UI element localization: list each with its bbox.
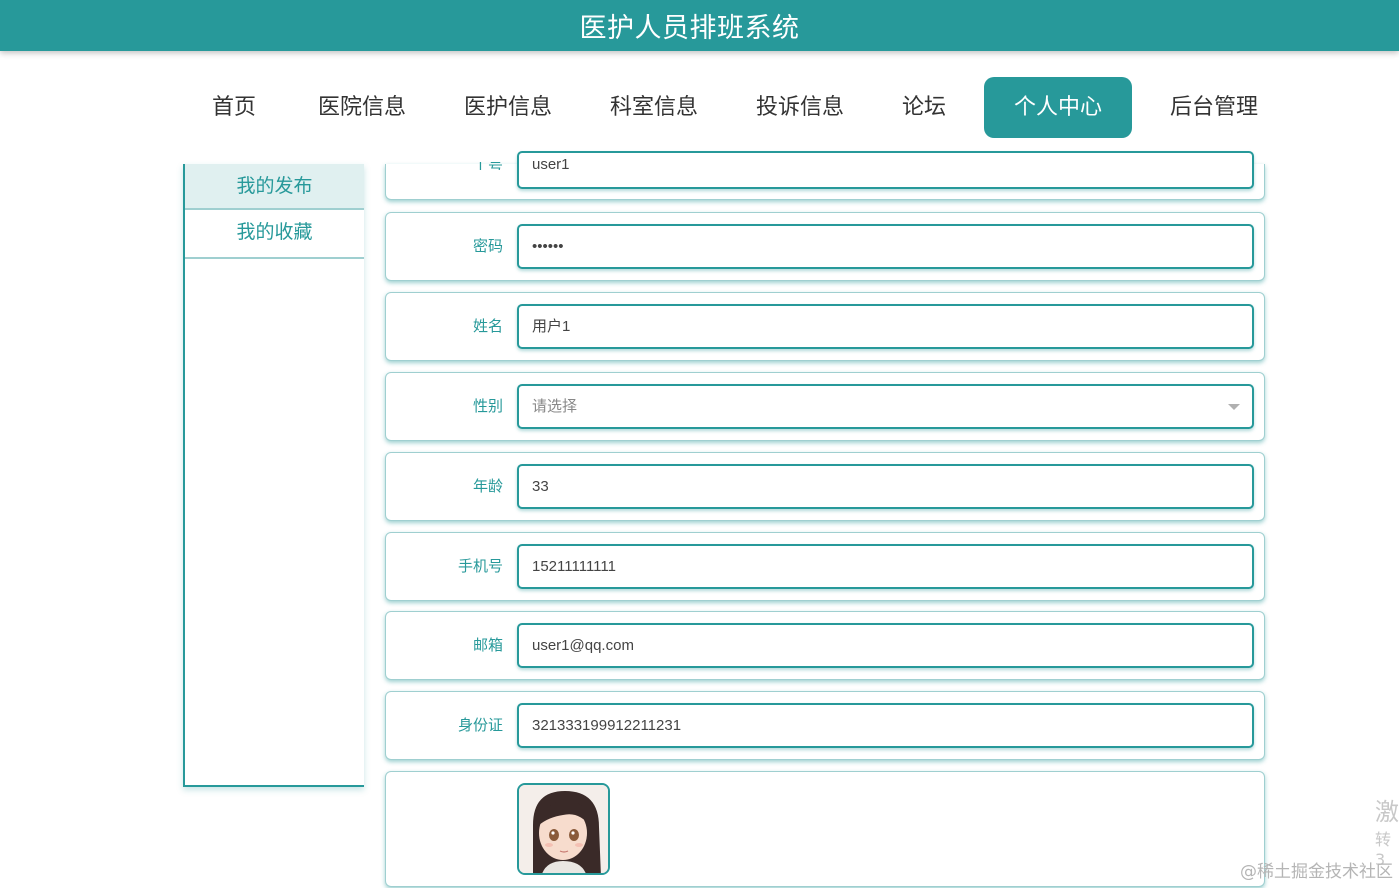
form-row-phone: 手机号 15211111111 xyxy=(385,532,1265,601)
name-input[interactable]: 用户1 xyxy=(517,304,1254,349)
email-label: 邮箱 xyxy=(472,636,503,654)
chevron-down-icon[interactable] xyxy=(1228,404,1240,410)
form-row-age: 年龄 33 xyxy=(385,452,1265,521)
gender-select[interactable]: 请选择 xyxy=(517,384,1254,429)
gender-label: 性别 xyxy=(472,397,503,415)
top-header-bar: 医护人员排班系统 xyxy=(0,0,1399,51)
password-label: 密码 xyxy=(472,237,503,255)
phone-label: 手机号 xyxy=(457,557,503,575)
age-input[interactable]: 33 xyxy=(517,464,1254,509)
employee-id-label: 工号 xyxy=(473,162,503,170)
employee-id-input[interactable]: user1 xyxy=(517,151,1254,189)
sidebar: 我的发布 我的收藏 xyxy=(183,164,364,787)
form-row-id-card: 身份证 321333199912211231 xyxy=(385,691,1265,760)
main-nav: 首页 医院信息 医护信息 科室信息 投诉信息 论坛 个人中心 后台管理 xyxy=(0,77,1399,138)
form-row-employee-id: 工号 user1 xyxy=(385,151,1265,200)
nav-personal-center[interactable]: 个人中心 xyxy=(984,77,1132,138)
name-label: 姓名 xyxy=(472,317,503,335)
id-card-input[interactable]: 321333199912211231 xyxy=(517,703,1254,748)
form-row-email: 邮箱 user1@qq.com xyxy=(385,611,1265,680)
form-row-avatar xyxy=(385,771,1265,887)
app-title: 医护人员排班系统 xyxy=(579,13,800,44)
email-input[interactable]: user1@qq.com xyxy=(517,623,1254,668)
form-row-password: 密码 •••••• xyxy=(385,212,1265,281)
nav-medical-staff-info[interactable]: 医护信息 xyxy=(462,77,554,138)
age-label: 年龄 xyxy=(472,477,503,495)
nav-department-info[interactable]: 科室信息 xyxy=(608,77,700,138)
avatar-image[interactable] xyxy=(517,783,610,875)
nav-hospital-info[interactable]: 医院信息 xyxy=(316,77,408,138)
gender-select-placeholder: 请选择 xyxy=(532,398,578,415)
site-watermark: @稀土掘金技术社区 xyxy=(1240,862,1393,882)
nav-home[interactable]: 首页 xyxy=(210,77,258,138)
avatar-illustration xyxy=(519,785,608,873)
edge-overlay-text-1: 激 xyxy=(1375,798,1399,826)
nav-admin[interactable]: 后台管理 xyxy=(1168,77,1260,138)
password-input[interactable]: •••••• xyxy=(517,224,1254,269)
sidebar-item-my-favorites[interactable]: 我的收藏 xyxy=(185,210,364,259)
nav-forum[interactable]: 论坛 xyxy=(900,77,948,138)
form-row-name: 姓名 用户1 xyxy=(385,292,1265,361)
id-card-label: 身份证 xyxy=(457,716,503,734)
form-row-gender: 性别 请选择 xyxy=(385,372,1265,441)
phone-input[interactable]: 15211111111 xyxy=(517,544,1254,589)
nav-complaint-info[interactable]: 投诉信息 xyxy=(754,77,846,138)
sidebar-item-my-posts[interactable]: 我的发布 xyxy=(185,164,364,210)
